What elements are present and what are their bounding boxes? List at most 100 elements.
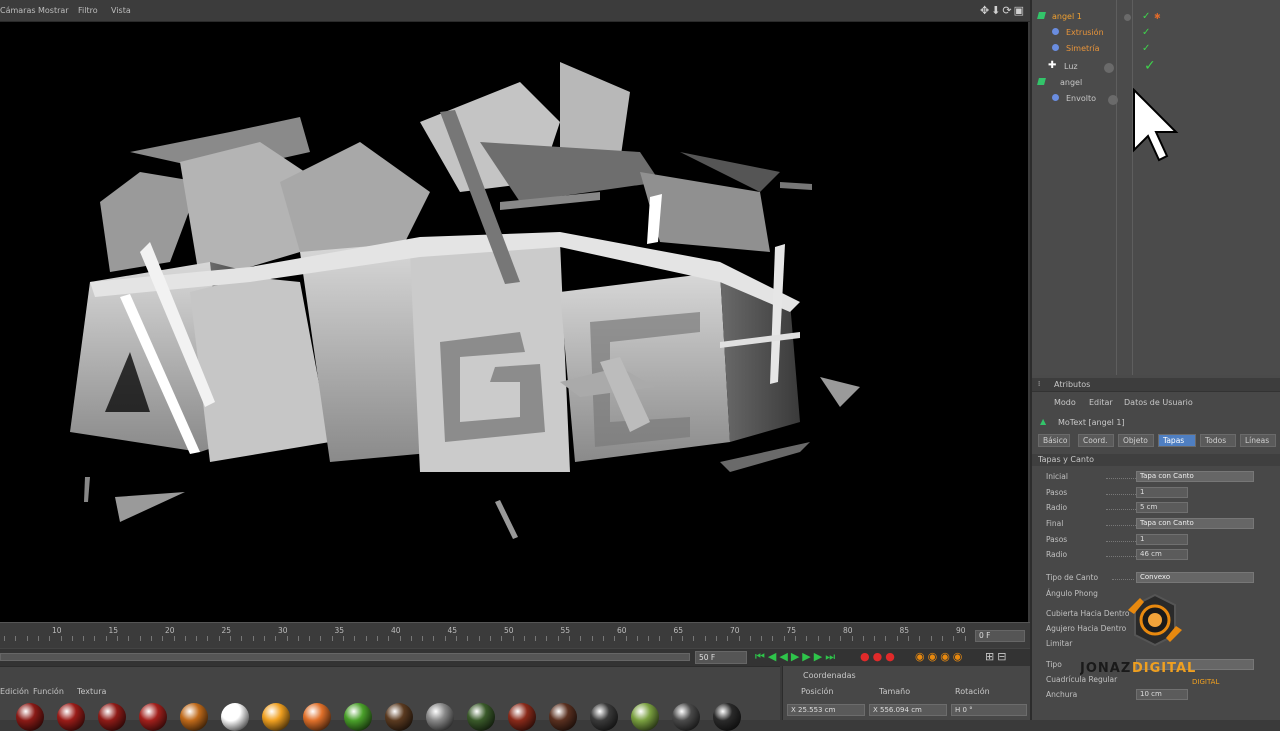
motext-icon [1037, 12, 1048, 21]
timeline-tick-label: 35 [334, 626, 345, 635]
object-name: Luz [1064, 62, 1078, 71]
object-row-symmetry[interactable]: Simetría ✓ [1052, 43, 1278, 57]
timeline-tick [162, 636, 164, 641]
size-x-input[interactable]: X 556.094 cm [869, 704, 947, 716]
width-input[interactable]: 10 cm [1136, 689, 1188, 700]
material-sphere[interactable] [467, 703, 495, 731]
timeline-tick [60, 636, 62, 641]
enabled-check-icon[interactable]: ✓ [1142, 11, 1150, 22]
material-sphere[interactable] [508, 703, 536, 731]
material-sphere[interactable] [221, 703, 249, 731]
menu-texture[interactable]: Textura [77, 687, 106, 696]
range-slider[interactable] [0, 653, 690, 661]
timeline[interactable]: 10 15 20 25 30 35 40 45 50 55 60 65 70 75 80 85 90 0 F [0, 622, 1030, 648]
tab-lines[interactable]: Líneas [1240, 434, 1276, 447]
key-mode-icons[interactable]: ◉◉◉◉ [915, 650, 965, 663]
material-sphere[interactable] [385, 703, 413, 731]
effector-icon [1052, 28, 1062, 37]
end-cap-dropdown[interactable]: Tapa con Canto [1136, 518, 1254, 529]
end-steps-input[interactable]: 1 [1136, 534, 1188, 545]
end-frame-field[interactable]: 50 F [695, 651, 747, 664]
start-radius-input[interactable]: 5 cm [1136, 502, 1188, 513]
field-start-steps: Pasos 1 [1046, 487, 1276, 498]
tab-basic[interactable]: Básico [1038, 434, 1070, 447]
timeline-tick [659, 636, 661, 641]
current-frame-field[interactable]: 0 F [975, 630, 1025, 642]
timeline-tick-label: 15 [108, 626, 119, 635]
timeline-tick [4, 636, 5, 641]
timeline-tick [512, 636, 514, 641]
start-cap-dropdown[interactable]: Tapa con Canto [1136, 471, 1254, 482]
material-sphere[interactable] [672, 703, 700, 731]
timeline-tick [862, 636, 864, 641]
menu-user-data[interactable]: Datos de Usuario [1124, 398, 1193, 407]
tab-coord[interactable]: Coord. [1078, 434, 1114, 447]
material-sphere[interactable] [631, 703, 659, 731]
timeline-tick [399, 636, 401, 641]
menu-edit[interactable]: Edición [0, 687, 29, 696]
tab-object[interactable]: Objeto [1118, 434, 1154, 447]
layout-icons[interactable]: ⊞⊟ [985, 650, 1009, 663]
material-sphere[interactable] [426, 703, 454, 731]
enabled-check-icon[interactable]: ✓ [1144, 58, 1156, 74]
menu-function[interactable]: Función [33, 687, 64, 696]
material-sphere[interactable] [180, 703, 208, 731]
attributes-header: ⁞ Atributos [1032, 378, 1280, 392]
material-sphere[interactable] [549, 703, 577, 731]
tag-icon[interactable]: ✱ [1154, 12, 1161, 21]
motext-icon: ▲ [1040, 417, 1047, 426]
material-sphere[interactable] [590, 703, 618, 731]
timeline-tick [218, 636, 220, 641]
material-sphere[interactable] [262, 703, 290, 731]
material-sphere[interactable] [57, 703, 85, 731]
object-row-extrusion[interactable]: Extrusión ✓ [1052, 27, 1278, 41]
tab-all[interactable]: Todos [1200, 434, 1236, 447]
material-sphere[interactable] [16, 703, 44, 731]
visibility-dot[interactable] [1124, 14, 1131, 21]
record-keys-icon[interactable]: ●●● [860, 650, 898, 663]
timeline-tick [557, 636, 559, 641]
menu-edit[interactable]: Editar [1089, 398, 1113, 407]
header-position: Posición [801, 687, 834, 696]
material-sphere[interactable] [98, 703, 126, 731]
object-row-angel1[interactable]: angel 1 ✓ ✱ [1037, 11, 1278, 25]
svg-text:JONAZ: JONAZ [1080, 661, 1131, 676]
viewport-nav-icons[interactable]: ✥⬇⟳▣ [980, 4, 1026, 17]
timeline-ruler[interactable]: 10 15 20 25 30 35 40 45 50 55 60 65 70 75 80 85 90 [0, 623, 970, 641]
timeline-tick-label: 45 [447, 626, 458, 635]
end-radius-input[interactable]: 46 cm [1136, 549, 1188, 560]
menu-filter[interactable]: Filtro [78, 6, 98, 15]
timeline-tick [184, 636, 186, 641]
timeline-tick-label: 40 [391, 626, 401, 635]
material-sphere[interactable] [713, 703, 741, 731]
object-name: Simetría [1066, 44, 1100, 53]
object-row-light[interactable]: ✚ Luz ✓ [1038, 58, 1278, 75]
section-title: Tapas y Canto [1038, 455, 1095, 464]
timeline-tick-label: 90 [956, 626, 966, 635]
rotation-h-input[interactable]: H 0 ° [951, 704, 1027, 716]
menu-view[interactable]: Vista [111, 6, 131, 15]
start-steps-input[interactable]: 1 [1136, 487, 1188, 498]
timeline-tick [422, 636, 424, 641]
timeline-tick [546, 636, 548, 641]
fillet-type-dropdown[interactable]: Convexo [1136, 572, 1254, 583]
timeline-tick [930, 636, 932, 641]
material-sphere[interactable] [139, 703, 167, 731]
playback-controls-icon[interactable]: ⏮◀◀▶▶▶⏭ [755, 650, 838, 664]
object-name: angel 1 [1052, 12, 1082, 21]
timeline-tick [727, 636, 729, 641]
viewport[interactable] [0, 22, 1028, 622]
menu-mode[interactable]: Modo [1054, 398, 1076, 407]
timeline-tick [241, 636, 243, 641]
enabled-check-icon[interactable]: ✓ [1142, 27, 1150, 38]
material-sphere[interactable] [344, 703, 372, 731]
material-sphere[interactable] [303, 703, 331, 731]
material-manager: Edición Función Textura [0, 666, 780, 731]
position-x-input[interactable]: X 25.553 cm [787, 704, 865, 716]
visibility-dot[interactable] [1108, 95, 1118, 105]
visibility-dot[interactable] [1104, 63, 1114, 73]
menu-cameras[interactable]: Cámaras [0, 6, 36, 15]
tab-caps[interactable]: Tapas [1158, 434, 1196, 447]
enabled-check-icon[interactable]: ✓ [1142, 43, 1150, 54]
menu-show[interactable]: Mostrar [38, 6, 69, 15]
